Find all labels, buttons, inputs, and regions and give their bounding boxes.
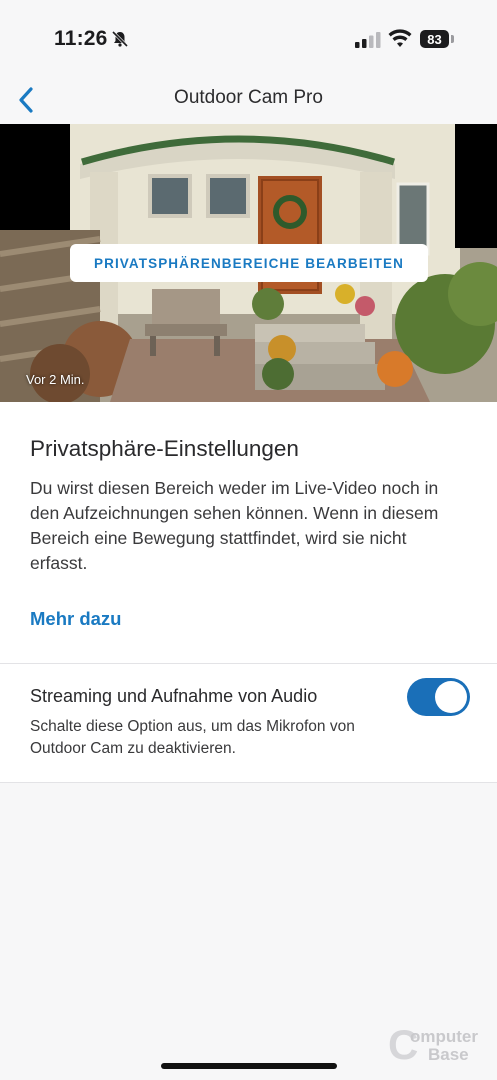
edit-privacy-zones-button[interactable]: PRIVATSPHÄRENBEREICHE BEARBEITEN (70, 244, 428, 282)
computerbase-watermark: C omputer Base (388, 1024, 488, 1068)
privacy-description: Du wirst diesen Bereich weder im Live-Vi… (30, 478, 439, 573)
home-indicator[interactable] (161, 1063, 337, 1069)
signal-icon (355, 32, 381, 48)
watermark-line1: omputer (410, 1027, 478, 1046)
privacy-settings-section: Privatsphäre-Einstellungen Du wirst dies… (0, 402, 497, 664)
battery-icon: 83 (420, 30, 449, 48)
bell-off-icon (111, 30, 129, 48)
audio-setting-row: Streaming und Aufnahme von Audio Schalte… (0, 664, 497, 782)
learn-more-link[interactable]: Mehr dazu (30, 608, 121, 630)
snapshot-timestamp: Vor 2 Min. (26, 372, 85, 387)
page-title: Outdoor Cam Pro (174, 87, 323, 108)
divider (0, 782, 497, 783)
toggle-knob (435, 681, 467, 713)
wifi-icon (388, 29, 412, 49)
watermark-line2: Base (428, 1045, 469, 1064)
battery-nub (451, 35, 454, 43)
status-bar: 11:26 83 (0, 0, 497, 80)
status-time: 11:26 (54, 27, 108, 50)
privacy-heading: Privatsphäre-Einstellungen (30, 436, 299, 461)
camera-preview[interactable]: PRIVATSPHÄRENBEREICHE BEARBEITEN Vor 2 M… (0, 124, 497, 402)
audio-setting-description: Schalte diese Option aus, um das Mikrofo… (30, 718, 355, 757)
audio-setting-title: Streaming und Aufnahme von Audio (30, 686, 318, 706)
nav-bar: Outdoor Cam Pro (0, 80, 497, 124)
audio-toggle[interactable] (407, 678, 470, 716)
